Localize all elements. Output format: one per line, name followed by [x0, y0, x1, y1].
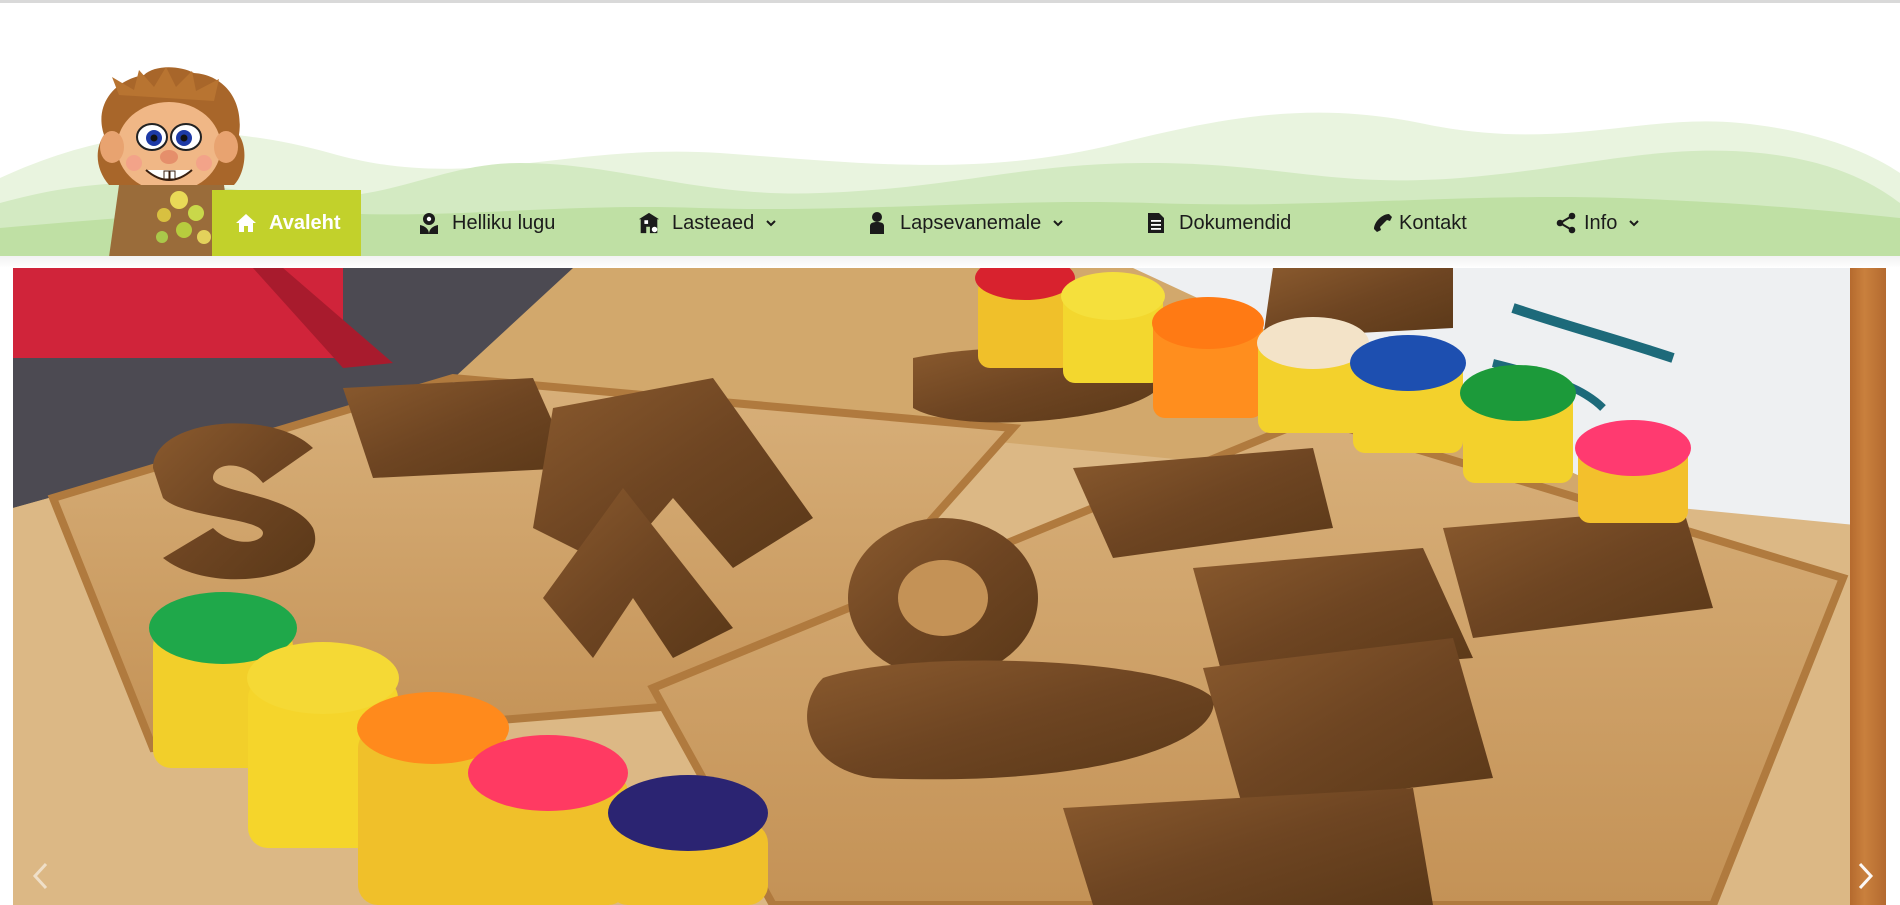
- nav-label: Info: [1584, 211, 1618, 234]
- chevron-left-icon: [31, 861, 49, 900]
- slide-image: [13, 268, 1886, 905]
- share-icon: [1554, 211, 1578, 235]
- document-icon: [1144, 211, 1168, 235]
- slider-next-button[interactable]: [1851, 860, 1881, 900]
- nav-label: Kontakt: [1399, 211, 1467, 234]
- header-shadow: [0, 256, 1900, 268]
- slider-prev-button[interactable]: [25, 860, 55, 900]
- nav-label: Helliku lugu: [452, 211, 556, 234]
- person-icon: [865, 211, 889, 235]
- phone-icon: [1370, 211, 1394, 235]
- site-header: Avaleht Helliku lugu Lasteaed Lapsevanem…: [0, 3, 1900, 256]
- next-slide-peek: [1850, 268, 1886, 905]
- chevron-down-icon: [1627, 216, 1641, 230]
- nav-item-lasteaed[interactable]: Lasteaed: [637, 190, 778, 256]
- nav-label: Lasteaed: [672, 211, 755, 234]
- nav-item-lapsevanemale[interactable]: Lapsevanemale: [865, 190, 1065, 256]
- chevron-down-icon: [1051, 216, 1065, 230]
- home-icon: [234, 211, 258, 235]
- chevron-down-icon: [764, 216, 778, 230]
- flower-badge-icon: [417, 211, 441, 235]
- hero-slider: [13, 268, 1886, 905]
- nav-item-dokumendid[interactable]: Dokumendid: [1144, 190, 1291, 256]
- nav-label: Dokumendid: [1179, 211, 1292, 234]
- nav-label: Lapsevanemale: [900, 211, 1042, 234]
- nav-label: Avaleht: [269, 211, 341, 234]
- nav-item-kontakt[interactable]: Kontakt: [1370, 190, 1467, 256]
- nav-item-info[interactable]: Info: [1554, 190, 1641, 256]
- nav-item-helliku-lugu[interactable]: Helliku lugu: [417, 190, 555, 256]
- nav-item-avaleht[interactable]: Avaleht: [212, 190, 361, 256]
- chevron-right-icon: [1857, 861, 1875, 900]
- school-building-icon: [637, 211, 661, 235]
